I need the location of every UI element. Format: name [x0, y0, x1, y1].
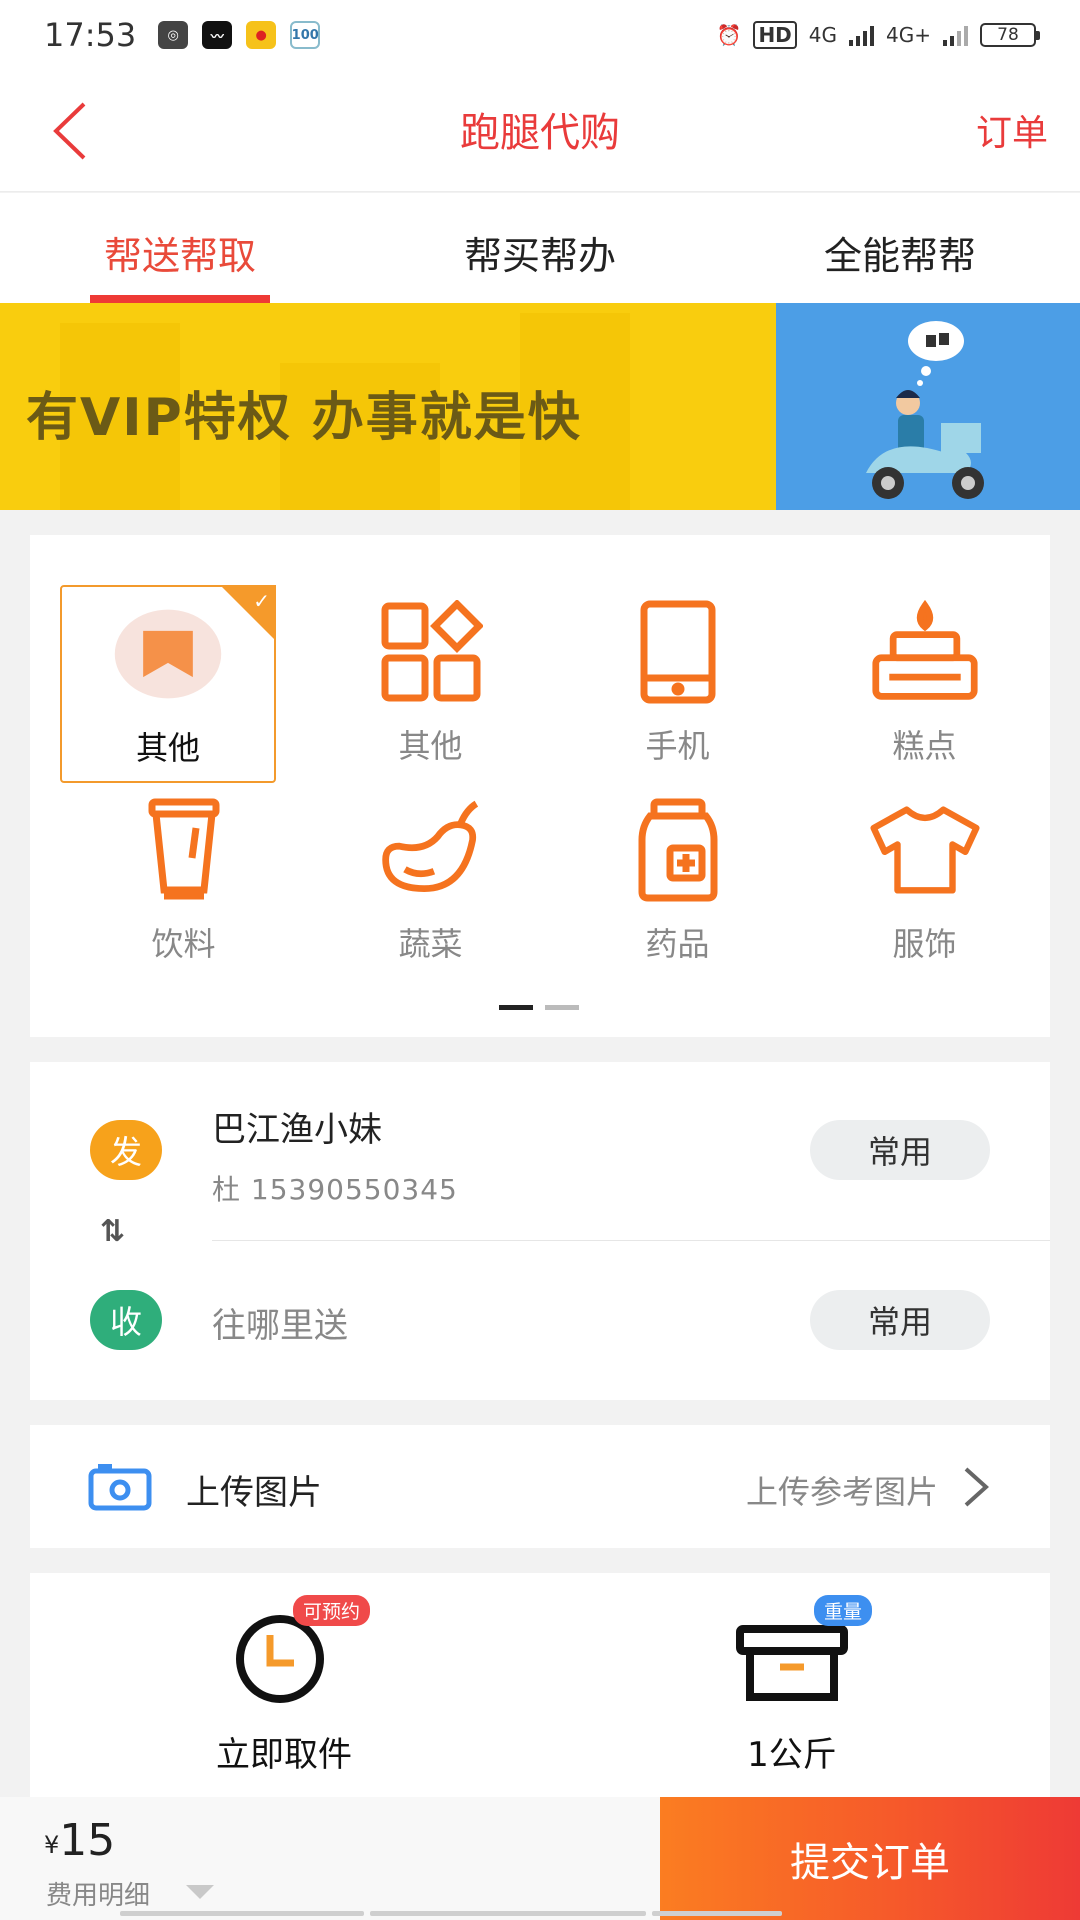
check-icon: ✓: [253, 589, 270, 613]
grid-apps-icon: [376, 597, 486, 707]
signal-icon: [849, 24, 875, 46]
sender-name[interactable]: 巴江渔小妹: [212, 1102, 382, 1151]
fee-detail-link[interactable]: 费用明细: [46, 1875, 150, 1912]
tab-all-help[interactable]: 全能帮帮: [720, 193, 1080, 303]
category-card: ✓ 其他 其他 手机 糕点 饮料 蔬菜 药品 服饰: [30, 535, 1050, 1037]
upload-row[interactable]: 上传图片 上传参考图片: [30, 1425, 1050, 1548]
upload-hint: 上传参考图片: [745, 1473, 938, 1511]
category-other[interactable]: 其他: [307, 585, 554, 783]
pager-dot[interactable]: [545, 1005, 579, 1010]
box-icon: 重量: [732, 1595, 872, 1705]
header: 跑腿代购 订单: [0, 70, 1080, 192]
submit-order-button[interactable]: 提交订单: [660, 1797, 1080, 1920]
eggplant-icon: [376, 795, 486, 905]
category-drink[interactable]: 饮料: [60, 783, 307, 981]
chat-bubble-icon: ◎: [158, 21, 189, 49]
status-time: 17:53: [44, 16, 137, 54]
pickup-time-label: 立即取件: [216, 1735, 352, 1775]
battery-icon: 78: [980, 23, 1040, 47]
category-label: 服饰: [892, 925, 957, 963]
category-clothing[interactable]: 服饰: [801, 783, 1048, 981]
phone-icon: [623, 597, 733, 707]
price-value: 15: [59, 1815, 116, 1866]
tab-bar: 帮送帮取 帮买帮办 全能帮帮: [0, 193, 1080, 303]
send-badge: 发: [90, 1120, 162, 1180]
category-label: 药品: [645, 925, 710, 963]
category-vegetable[interactable]: 蔬菜: [307, 783, 554, 981]
category-pager: [499, 1005, 579, 1010]
drink-cup-icon: [129, 795, 239, 905]
category-medicine[interactable]: 药品: [554, 783, 801, 981]
camera-icon: [88, 1464, 152, 1511]
frequent-sender-button[interactable]: 常用: [810, 1120, 990, 1180]
category-label: 糕点: [892, 727, 957, 765]
banner-illustration: [776, 303, 1080, 510]
app-100-icon: 100: [290, 21, 321, 49]
category-label: 手机: [645, 727, 710, 765]
medicine-bottle-icon: [623, 795, 733, 905]
chevron-right-icon: [964, 1467, 989, 1507]
home-indicator: [120, 1911, 782, 1916]
category-phone[interactable]: 手机: [554, 585, 801, 783]
status-app-icons: ◎ 〰 ● 100: [158, 21, 321, 49]
network-4g-plus-label: 4G+: [886, 23, 931, 47]
tab-send-pickup[interactable]: 帮送帮取: [0, 193, 360, 303]
pager-dot-active[interactable]: [499, 1005, 533, 1010]
destination-input[interactable]: 往哪里送: [212, 1298, 348, 1347]
sender-contact: 杜 15390550345: [212, 1173, 458, 1206]
banner-text: 有VIP特权 办事就是快: [26, 388, 582, 448]
currency-symbol: ¥: [44, 1831, 60, 1859]
pickup-time-option[interactable]: 可预约 立即取件: [134, 1595, 434, 1776]
page-title: 跑腿代购: [460, 110, 620, 156]
signal-icon-2: [943, 24, 968, 46]
tab-buy-errand[interactable]: 帮买帮办: [360, 193, 720, 303]
receive-badge: 收: [90, 1290, 162, 1350]
clock-icon: 可预约: [224, 1595, 370, 1705]
cake-icon: [870, 597, 980, 707]
tshirt-icon: [869, 795, 980, 905]
weibo-icon: ●: [246, 21, 277, 49]
reservable-tag: 可预约: [292, 1595, 370, 1626]
orders-link[interactable]: 订单: [976, 104, 1048, 156]
bookmark-icon: [113, 599, 223, 709]
status-bar: 17:53 ◎ 〰 ● 100 ⏰ HD 4G 4G+ 78: [0, 0, 1080, 70]
network-4g-label: 4G: [808, 23, 838, 47]
caret-down-icon[interactable]: [186, 1885, 214, 1899]
hd-indicator: HD: [753, 21, 797, 49]
address-card: 发 巴江渔小妹 杜 15390550345 常用 ⇅ 收 往哪里送 常用: [30, 1062, 1050, 1400]
weight-label: 1公斤: [747, 1735, 837, 1775]
divider: [212, 1240, 1050, 1241]
swap-arrows-icon[interactable]: ⇅: [100, 1214, 125, 1249]
status-indicators: ⏰ HD 4G 4G+ 78: [716, 21, 1040, 49]
category-other-selected[interactable]: ✓ 其他: [60, 585, 276, 783]
alarm-icon: ⏰: [716, 23, 742, 47]
category-label: 饮料: [151, 925, 216, 963]
weight-tag: 重量: [813, 1595, 872, 1626]
upload-label: 上传图片: [186, 1473, 322, 1513]
scooter-rider-icon: [866, 321, 984, 499]
options-card: 可预约 立即取件 重量 1公斤: [30, 1573, 1050, 1798]
price: ¥15: [44, 1815, 115, 1866]
category-cake[interactable]: 糕点: [801, 585, 1048, 783]
category-label: 其他: [398, 727, 463, 765]
weight-option[interactable]: 重量 1公斤: [642, 1595, 942, 1776]
vip-banner[interactable]: 有VIP特权 办事就是快: [0, 303, 1080, 510]
category-label: 蔬菜: [398, 925, 463, 963]
category-grid: ✓ 其他 其他 手机 糕点 饮料 蔬菜 药品 服饰: [60, 585, 1048, 981]
frequent-receiver-button[interactable]: 常用: [810, 1290, 990, 1350]
bottom-bar: ¥15 费用明细 提交订单: [0, 1797, 1080, 1920]
bird-icon: 〰: [202, 21, 233, 49]
category-label: 其他: [135, 729, 200, 767]
